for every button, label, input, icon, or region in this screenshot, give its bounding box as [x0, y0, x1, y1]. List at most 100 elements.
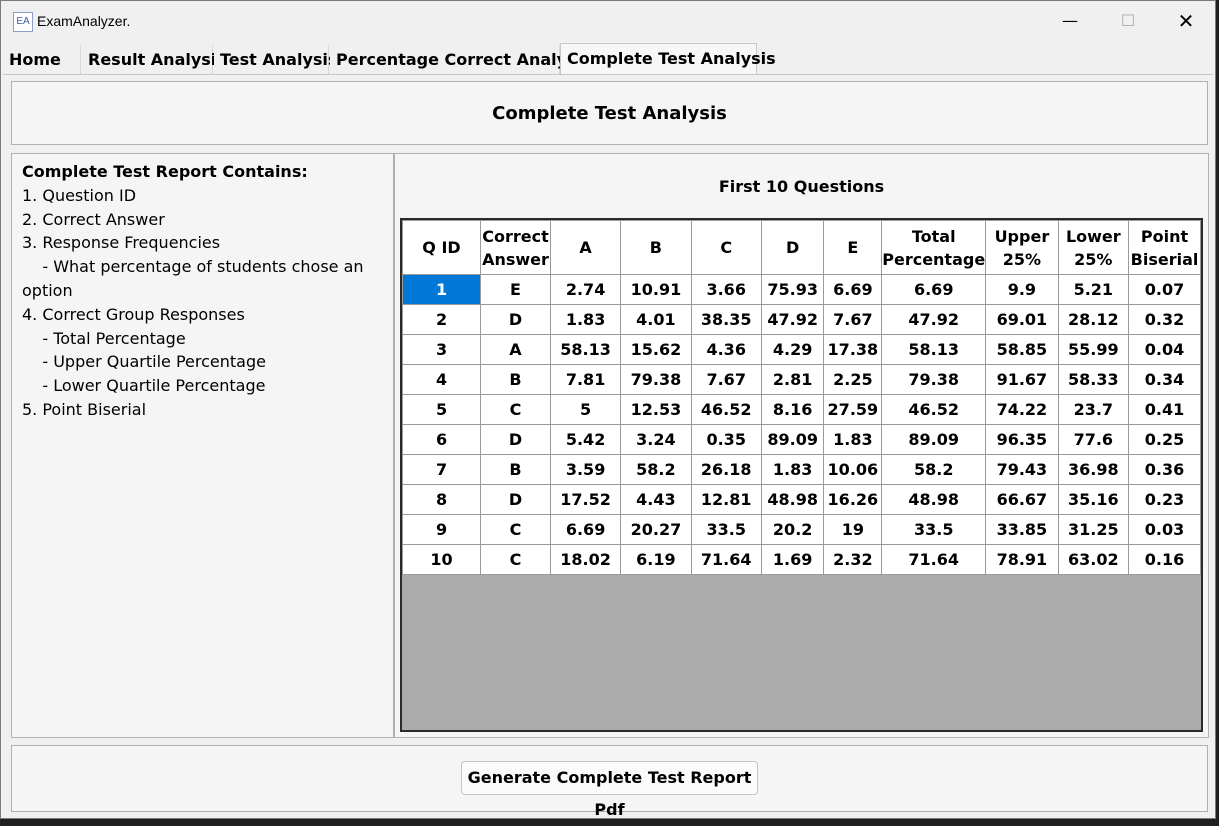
table-cell[interactable]: 46.52 [690, 394, 762, 425]
table-cell[interactable]: 4.29 [760, 334, 825, 365]
table-cell[interactable]: 17.38 [823, 334, 883, 365]
table-cell[interactable]: 1.69 [760, 544, 825, 575]
tab-complete-test-analysis[interactable]: Complete Test Analysis [560, 43, 776, 75]
table-cell[interactable]: 5 [549, 394, 622, 425]
table-cell[interactable]: D [480, 484, 551, 515]
table-cell[interactable]: 55.99 [1057, 334, 1130, 365]
table-cell[interactable]: 48.98 [881, 484, 987, 515]
table-cell[interactable]: 27.59 [823, 394, 883, 425]
table-cell[interactable]: 7.81 [549, 364, 622, 395]
table-cell[interactable]: 17.52 [549, 484, 622, 515]
table-cell[interactable]: 2.81 [760, 364, 825, 395]
table-cell[interactable]: 75.93 [760, 274, 825, 305]
table-cell[interactable]: 79.38 [881, 364, 987, 395]
table-cell[interactable]: 58.33 [1057, 364, 1130, 395]
table-cell[interactable]: 0.41 [1128, 394, 1201, 425]
column-header[interactable]: Upper 25% [985, 220, 1059, 275]
table-cell[interactable]: 58.13 [881, 334, 987, 365]
table-row[interactable]: 9 C 6.69 20.27 33.5 20.2 19 33.5 33.85 31.25 0.03 [402, 514, 1201, 545]
table-cell[interactable]: C [480, 544, 551, 575]
table-cell[interactable]: 58.13 [549, 334, 622, 365]
maximize-icon[interactable]: ☐ [1105, 7, 1151, 35]
tab-home[interactable]: Home [3, 45, 81, 75]
minimize-icon[interactable]: — [1047, 7, 1093, 35]
table-cell[interactable]: 5.42 [549, 424, 622, 455]
column-header[interactable]: Correct Answer [480, 220, 551, 275]
table-cell[interactable]: C [480, 514, 551, 545]
table-row[interactable]: 5 C 5 12.53 46.52 8.16 27.59 46.52 74.22 23.7 0.41 [402, 394, 1201, 425]
table-cell[interactable]: 0.32 [1128, 304, 1201, 335]
table-cell[interactable]: 7 [402, 454, 482, 485]
table-cell[interactable]: 33.85 [985, 514, 1059, 545]
table-cell[interactable]: 0.04 [1128, 334, 1201, 365]
table-cell[interactable]: 46.52 [881, 394, 987, 425]
table-cell[interactable]: 1.83 [823, 424, 883, 455]
table-row[interactable]: 10 C 18.02 6.19 71.64 1.69 2.32 71.64 78.91 63.02… [402, 544, 1201, 575]
table-cell[interactable]: 0.03 [1128, 514, 1201, 545]
table-cell[interactable]: 0.36 [1128, 454, 1201, 485]
table-cell[interactable]: 79.43 [985, 454, 1059, 485]
generate-report-pdf-button[interactable]: Generate Complete Test Report Pdf [461, 761, 758, 819]
table-cell[interactable]: 28.12 [1057, 304, 1130, 335]
results-grid[interactable]: Q ID Correct Answer A B C D E Total Percentage Upp… [400, 218, 1203, 732]
table-cell[interactable]: 89.09 [881, 424, 987, 455]
table-row[interactable]: 2 D 1.83 4.01 38.35 47.92 7.67 47.92 69.01 28.12 0… [402, 304, 1201, 335]
table-cell[interactable]: 3 [402, 334, 482, 365]
table-cell[interactable]: 35.16 [1057, 484, 1130, 515]
table-cell[interactable]: 6.69 [549, 514, 622, 545]
column-header[interactable]: Total Percentage [881, 220, 987, 275]
table-cell[interactable]: 9.9 [985, 274, 1059, 305]
table-cell[interactable]: 71.64 [690, 544, 762, 575]
table-cell[interactable]: 0.25 [1128, 424, 1201, 455]
table-cell[interactable]: 63.02 [1057, 544, 1130, 575]
tab-result-analysis[interactable]: Result Analysis [82, 45, 226, 75]
table-cell[interactable]: 6.69 [823, 274, 883, 305]
table-cell[interactable]: 2.25 [823, 364, 883, 395]
table-cell[interactable]: 36.98 [1057, 454, 1130, 485]
table-cell[interactable]: 10.06 [823, 454, 883, 485]
table-cell[interactable]: 3.59 [549, 454, 622, 485]
column-header[interactable]: C [690, 220, 762, 275]
table-cell[interactable]: 20.27 [620, 514, 692, 545]
tab-percentage-correct-analysis[interactable]: Percentage Correct Analysis [330, 45, 592, 75]
column-header[interactable]: E [823, 220, 883, 275]
table-cell[interactable]: 12.81 [690, 484, 762, 515]
table-cell[interactable]: 4 [402, 364, 482, 395]
table-cell[interactable]: A [480, 334, 551, 365]
table-cell[interactable]: 6.69 [881, 274, 987, 305]
table-cell[interactable]: 3.24 [620, 424, 692, 455]
table-cell[interactable]: 7.67 [823, 304, 883, 335]
table-row[interactable]: 8 D 17.52 4.43 12.81 48.98 16.26 48.98 66.67 35.1… [402, 484, 1201, 515]
table-cell[interactable]: 0.23 [1128, 484, 1201, 515]
table-cell[interactable]: E [480, 274, 551, 305]
table-cell[interactable]: 2.74 [549, 274, 622, 305]
table-row[interactable]: 7 B 3.59 58.2 26.18 1.83 10.06 58.2 79.43 36.98 0.… [402, 454, 1201, 485]
table-cell[interactable]: 26.18 [690, 454, 762, 485]
table-cell[interactable]: 20.2 [760, 514, 825, 545]
table-cell[interactable]: D [480, 424, 551, 455]
table-row[interactable]: 4 B 7.81 79.38 7.67 2.81 2.25 79.38 91.67 58.33 0.… [402, 364, 1201, 395]
table-row[interactable]: 3 A 58.13 15.62 4.36 4.29 17.38 58.13 58.85 55.99… [402, 334, 1201, 365]
table-cell[interactable]: 6 [402, 424, 482, 455]
table-cell[interactable]: 8 [402, 484, 482, 515]
table-cell[interactable]: 19 [823, 514, 883, 545]
table-cell[interactable]: 5.21 [1057, 274, 1130, 305]
table-cell[interactable]: 0.35 [690, 424, 762, 455]
table-cell[interactable]: 91.67 [985, 364, 1059, 395]
table-cell[interactable]: 69.01 [985, 304, 1059, 335]
table-cell[interactable]: 16.26 [823, 484, 883, 515]
table-cell[interactable]: C [480, 394, 551, 425]
table-cell[interactable]: 10.91 [620, 274, 692, 305]
table-cell[interactable]: 0.07 [1128, 274, 1201, 305]
table-row[interactable]: 1 E 2.74 10.91 3.66 75.93 6.69 6.69 9.9 5.21 0.07 [402, 274, 1201, 305]
table-cell[interactable]: 66.67 [985, 484, 1059, 515]
column-header[interactable]: D [760, 220, 825, 275]
table-cell[interactable]: 18.02 [549, 544, 622, 575]
table-cell[interactable]: 71.64 [881, 544, 987, 575]
table-cell[interactable]: 23.7 [1057, 394, 1130, 425]
table-cell[interactable]: 9 [402, 514, 482, 545]
table-cell[interactable]: 33.5 [690, 514, 762, 545]
table-cell[interactable]: 31.25 [1057, 514, 1130, 545]
table-cell[interactable]: D [480, 304, 551, 335]
table-cell[interactable]: 58.2 [620, 454, 692, 485]
